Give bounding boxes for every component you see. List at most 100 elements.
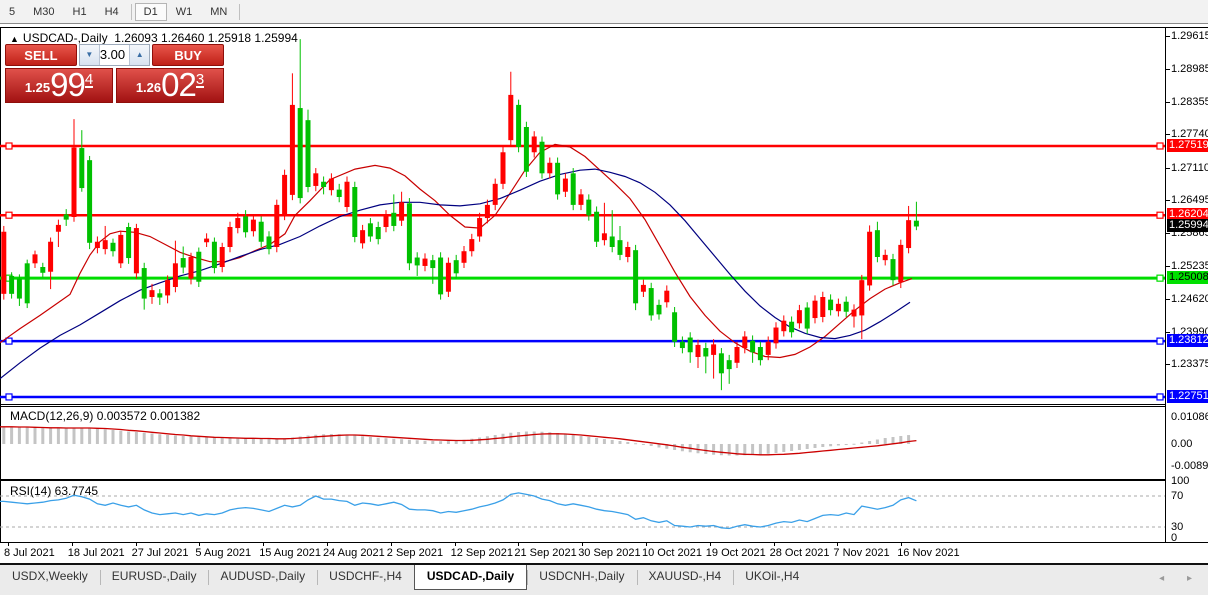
- date-axis: 8 Jul 2021 18 Jul 2021 27 Jul 2021 5 Aug 20…: [0, 542, 1208, 562]
- tab-usdcnh-daily[interactable]: USDCNH-,Daily: [527, 565, 636, 590]
- date-label: 30 Sep 2021: [578, 547, 641, 559]
- bid-price-prefix: 1.25: [24, 80, 51, 95]
- trading-platform-window: 5 M30 H1 H4 D1 W1 MN ▲ USDCAD-,Daily 1.26093 1.…: [0, 0, 1208, 595]
- timeframe-button-5[interactable]: 5: [0, 3, 24, 21]
- date-label: 28 Oct 2021: [769, 547, 830, 559]
- volume-stepper: ▼ 3.00 ▲: [78, 44, 151, 66]
- price-scale: 1.29615 1.28985 1.28355 1.27740 1.27110 1.264…: [1166, 28, 1208, 544]
- date-tick: [454, 542, 456, 546]
- date-label: 19 Oct 2021: [705, 547, 766, 559]
- timeframe-toolbar: 5 M30 H1 H4 D1 W1 MN: [0, 0, 1208, 24]
- date-tick: [71, 542, 73, 546]
- toolbar-separator: [130, 3, 132, 20]
- ask-price-pipette: 3: [195, 71, 205, 88]
- scale-tick-label: 1.28985: [1171, 63, 1208, 75]
- scale-tick: [1166, 134, 1170, 135]
- tab-usdcad-daily[interactable]: USDCAD-,Daily: [413, 565, 528, 590]
- bid-price-pipette: 4: [84, 71, 94, 88]
- bid-price-big: 99: [50, 66, 86, 103]
- chart-title-ohlc: ▲ USDCAD-,Daily 1.26093 1.26460 1.25918 1…: [10, 31, 298, 45]
- date-label: 18 Jul 2021: [67, 547, 125, 559]
- tab-usdchf-h4[interactable]: USDCHF-,H4: [317, 565, 414, 590]
- date-label: 24 Aug 2021: [323, 547, 385, 559]
- tab-xauusd-h4[interactable]: XAUUSD-,H4: [636, 565, 734, 590]
- scale-tick-label: 1.26495: [1171, 194, 1208, 206]
- date-tick: [518, 542, 520, 546]
- indicator-scale-label: 0.00: [1171, 438, 1193, 450]
- scale-tick-label: 1.29615: [1171, 30, 1208, 42]
- scale-tick-label: 1.23375: [1171, 358, 1208, 370]
- date-label: 15 Aug 2021: [259, 547, 321, 559]
- date-tick: [8, 542, 9, 546]
- date-tick: [199, 542, 201, 546]
- date-tick: [709, 542, 711, 546]
- date-label: 7 Nov 2021: [833, 547, 890, 559]
- indicator-scale-label: 0: [1171, 532, 1178, 544]
- scale-tick: [1166, 168, 1170, 169]
- date-label: 27 Jul 2021: [131, 547, 189, 559]
- price-tag-1.25008: 1.25008: [1167, 271, 1208, 284]
- scale-tick: [1166, 364, 1170, 365]
- date-tick: [773, 542, 775, 546]
- indicator-scale-label: 70: [1171, 490, 1184, 502]
- bid-price-panel[interactable]: 1.25 99 4: [5, 68, 113, 103]
- volume-decrease-button[interactable]: ▼: [79, 45, 100, 65]
- scale-tick: [1166, 36, 1170, 37]
- timeframe-button-mn[interactable]: MN: [201, 3, 236, 21]
- date-tick: [263, 542, 265, 546]
- date-tick: [327, 542, 328, 546]
- ask-price-prefix: 1.26: [135, 80, 162, 95]
- price-tag-1.27519: 1.27519: [1167, 139, 1208, 152]
- candlestick-chart: [0, 39, 1165, 530]
- date-tick: [837, 542, 839, 546]
- date-label: 2 Sep 2021: [386, 547, 444, 559]
- date-label: 5 Aug 2021: [195, 547, 252, 559]
- indicator-scale-label: 100: [1171, 475, 1190, 487]
- scale-tick-label: 1.27110: [1171, 162, 1208, 174]
- price-tag-1.25994: 1.25994: [1167, 219, 1208, 232]
- date-tick: [135, 542, 137, 546]
- scale-tick: [1166, 332, 1170, 333]
- sell-button[interactable]: SELL: [5, 44, 77, 66]
- volume-value[interactable]: 3.00: [100, 45, 129, 65]
- price-tag-1.23812: 1.23812: [1167, 334, 1208, 347]
- scale-tick-label: 1.24620: [1171, 293, 1208, 305]
- tab-eurusd-daily[interactable]: EURUSD-,Daily: [99, 565, 209, 590]
- indicator-scale-label: -0.008974: [1171, 460, 1208, 472]
- timeframe-button-h4[interactable]: H4: [96, 3, 128, 21]
- tab-usdx-weekly[interactable]: USDX,Weekly: [0, 565, 100, 590]
- buy-button[interactable]: BUY: [152, 44, 224, 66]
- toolbar-separator: [239, 3, 241, 20]
- date-tick: [646, 542, 647, 546]
- timeframe-button-m30[interactable]: M30: [24, 3, 63, 21]
- date-label: 10 Oct 2021: [642, 547, 702, 559]
- date-label: 12 Sep 2021: [450, 547, 513, 559]
- date-tick: [901, 542, 903, 546]
- date-label: 8 Jul 2021: [4, 547, 55, 559]
- tab-scroll-arrows[interactable]: ◂ ▸: [1159, 573, 1202, 584]
- indicator-scale-label: 0.010869: [1171, 411, 1208, 423]
- tab-ukoil-h4[interactable]: UKOil-,H4: [733, 565, 811, 590]
- date-tick: [582, 542, 584, 546]
- volume-increase-button[interactable]: ▲: [129, 45, 150, 65]
- date-label: 21 Sep 2021: [514, 547, 577, 559]
- scale-tick: [1166, 69, 1170, 70]
- timeframe-button-d1[interactable]: D1: [134, 2, 167, 21]
- scale-tick: [1166, 200, 1170, 201]
- ask-price-big: 02: [161, 66, 197, 103]
- scale-tick: [1166, 266, 1170, 267]
- up-triangle-icon: ▲: [10, 34, 19, 44]
- scale-tick: [1166, 102, 1170, 103]
- tab-audusd-daily[interactable]: AUDUSD-,Daily: [208, 565, 317, 590]
- rsi-label: RSI(14) 63.7745: [10, 484, 99, 498]
- ask-price-panel[interactable]: 1.26 02 3: [116, 68, 224, 103]
- date-tick: [390, 542, 392, 546]
- macd-label: MACD(12,26,9) 0.003572 0.001382: [10, 409, 201, 423]
- price-tag-1.22751: 1.22751: [1167, 390, 1208, 403]
- date-label: 16 Nov 2021: [897, 547, 960, 559]
- timeframe-button-h1[interactable]: H1: [64, 3, 96, 21]
- one-click-trading-widget: SELL ▼ 3.00 ▲ BUY 1.25 99 4 1.26 02 3: [5, 44, 224, 103]
- timeframe-button-w1[interactable]: W1: [167, 3, 202, 21]
- scale-tick-label: 1.28355: [1171, 96, 1208, 108]
- scale-tick: [1166, 299, 1170, 300]
